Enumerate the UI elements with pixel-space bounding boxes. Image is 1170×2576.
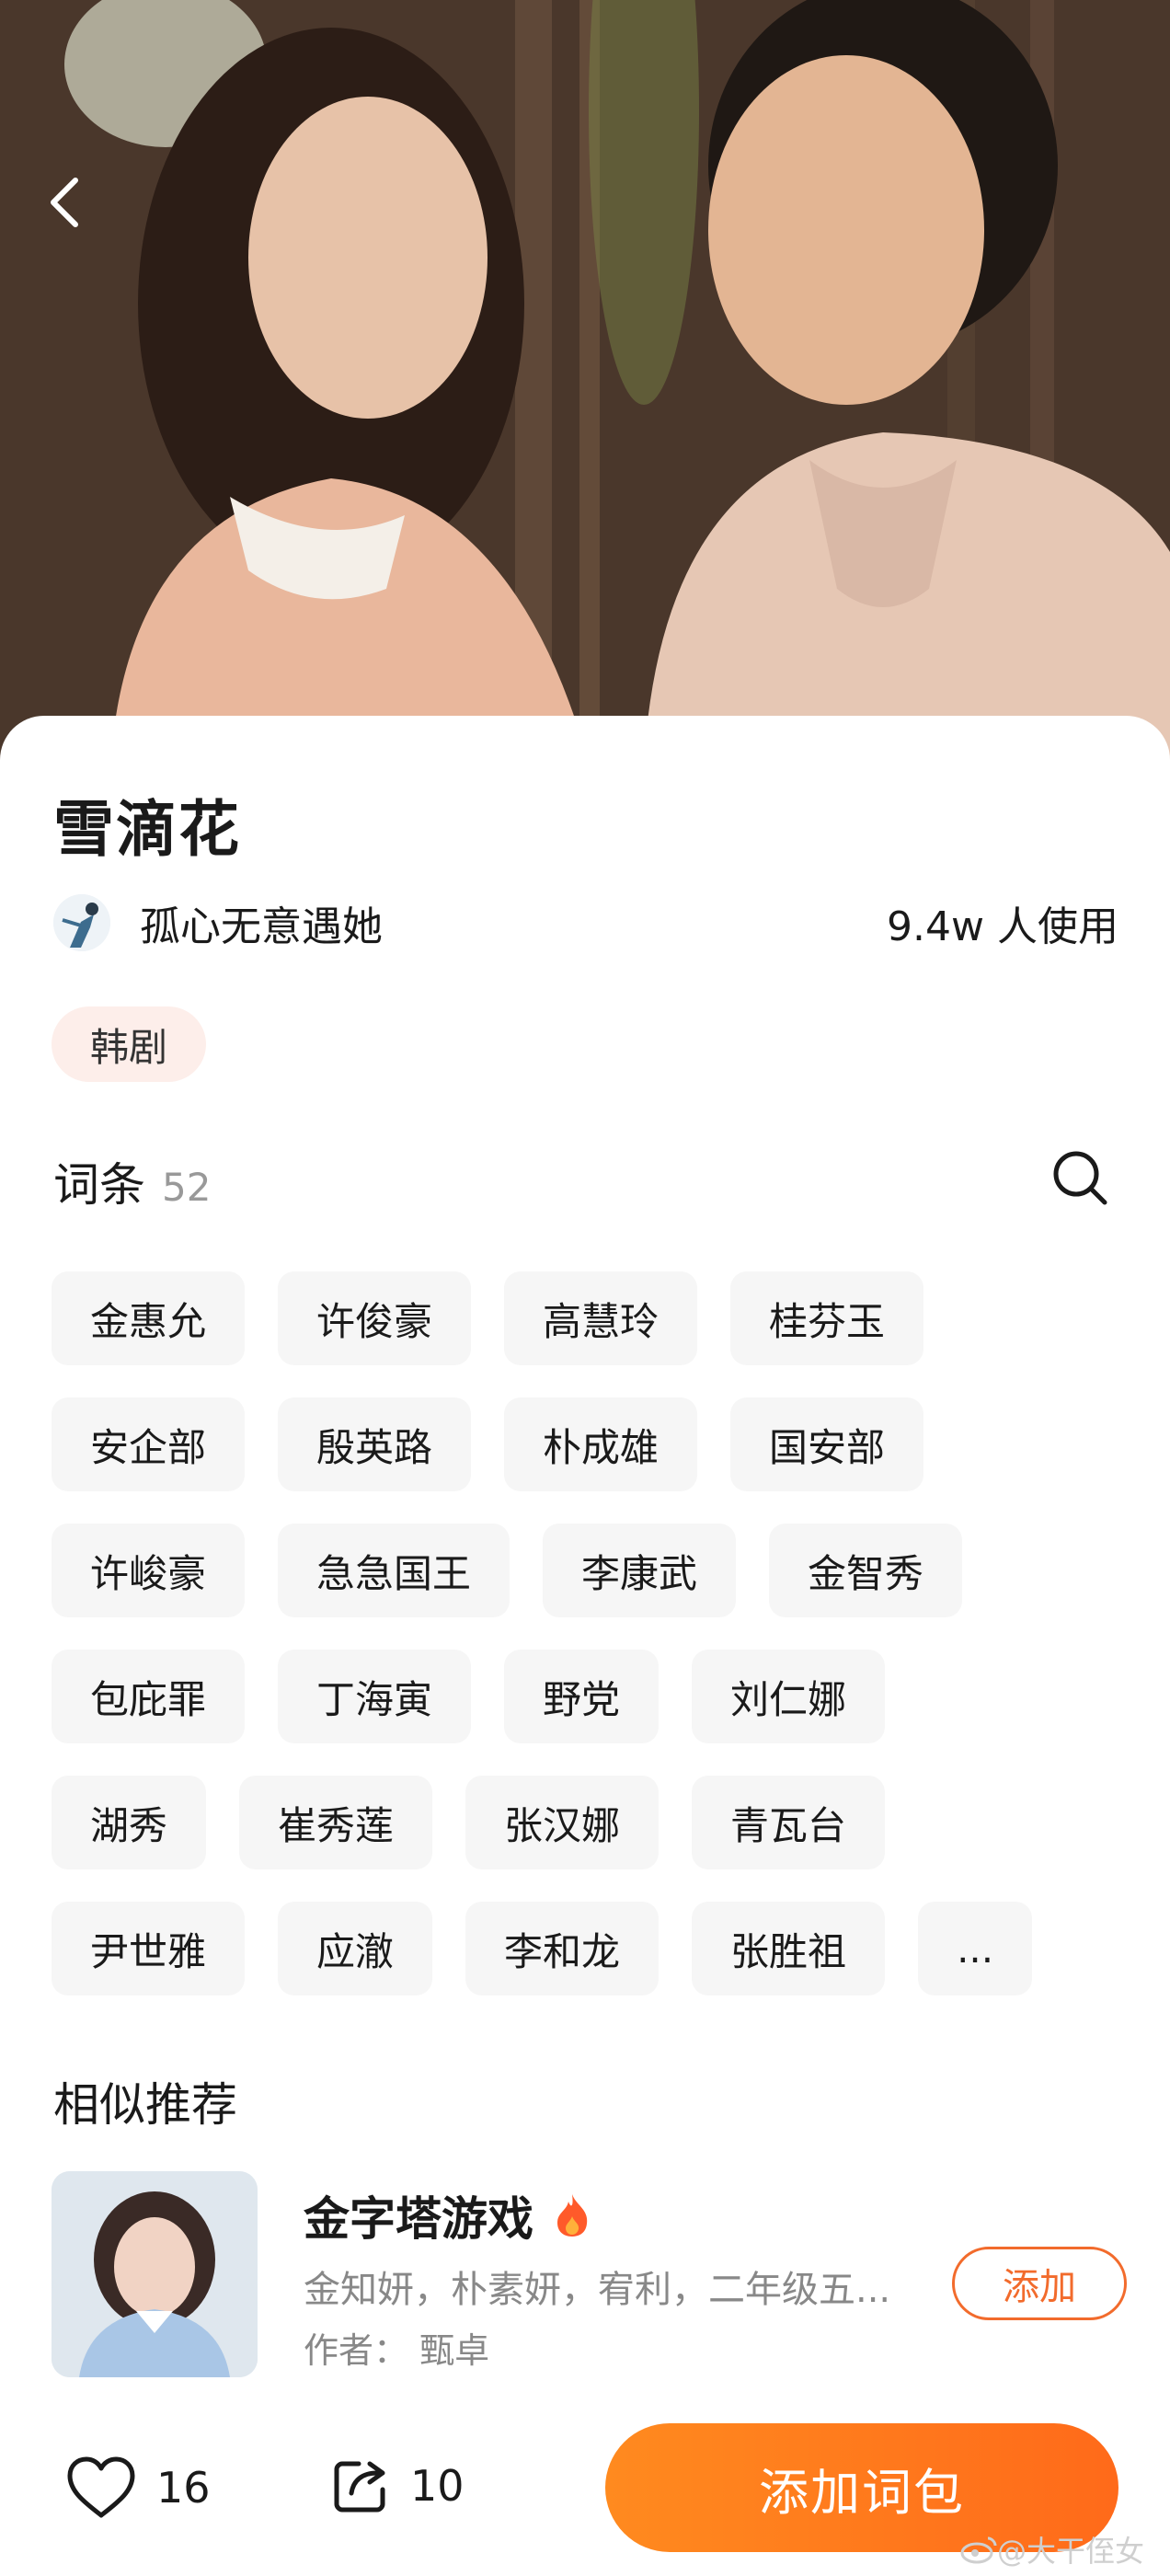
- genre-tag[interactable]: 韩剧: [52, 1006, 207, 1082]
- term-chip[interactable]: 湖秀: [52, 1776, 207, 1869]
- term-chip[interactable]: 高慧玲: [504, 1271, 698, 1365]
- term-chip[interactable]: 安企部: [52, 1397, 246, 1491]
- like-button[interactable]: 16: [66, 2456, 211, 2519]
- recommendation-card[interactable]: 金字塔游戏 金知妍，朴素妍，宥利，二年级五... 作者： 甄卓 添加: [52, 2171, 1128, 2377]
- chip-row: 尹世雅 应澈 李和龙 张胜祖 ...: [52, 1902, 1137, 1995]
- terms-header: 词条 52: [53, 1148, 211, 1214]
- term-chip[interactable]: 张汉娜: [465, 1776, 660, 1869]
- term-chip[interactable]: 急急国王: [278, 1524, 510, 1617]
- term-chip[interactable]: 李康武: [543, 1524, 737, 1617]
- term-chip[interactable]: 野党: [504, 1650, 660, 1743]
- term-chip[interactable]: 丁海寅: [278, 1650, 472, 1743]
- watermark-text: @大干侄女: [997, 2534, 1145, 2569]
- author-name[interactable]: 孤心无意遇她: [140, 893, 383, 952]
- chip-row: 金惠允 许俊豪 高慧玲 桂芬玉: [52, 1271, 1137, 1365]
- chip-row: 包庇罪 丁海寅 野党 刘仁娜: [52, 1650, 1137, 1743]
- term-chip[interactable]: 青瓦台: [692, 1776, 886, 1869]
- terms-title: 词条: [53, 1158, 145, 1212]
- term-chip[interactable]: 崔秀莲: [239, 1776, 433, 1869]
- recommendation-members: 金知妍，朴素妍，宥利，二年级五...: [304, 2269, 891, 2311]
- watermark: @大干侄女: [960, 2528, 1144, 2570]
- add-recommendation-button[interactable]: 添加: [952, 2247, 1127, 2320]
- author-avatar[interactable]: [53, 894, 110, 951]
- similar-section-title: 相似推荐: [53, 2078, 237, 2132]
- avatar-illustration: [53, 894, 110, 951]
- back-button[interactable]: [44, 175, 109, 239]
- term-chip[interactable]: 许峻豪: [52, 1524, 246, 1617]
- thumbnail-illustration: [52, 2171, 258, 2377]
- detail-sheet: 雪滴花 孤心无意遇她 9.4w 人使用 韩剧 词条 52 金惠允 许俊豪 高慧玲…: [0, 716, 1170, 2392]
- term-chip[interactable]: 桂芬玉: [730, 1271, 924, 1365]
- recommendation-author: 作者： 甄卓: [304, 2330, 490, 2371]
- more-terms-chip[interactable]: ...: [918, 1902, 1033, 1995]
- term-chip[interactable]: 张胜祖: [692, 1902, 886, 1995]
- author-row: 孤心无意遇她 9.4w 人使用: [53, 891, 1118, 955]
- recommendation-name-text: 金字塔游戏: [304, 2192, 533, 2246]
- chevron-left-icon: [51, 178, 78, 227]
- term-chip[interactable]: 刘仁娜: [692, 1650, 886, 1743]
- usage-count: 9.4w 人使用: [887, 903, 1118, 950]
- search-icon: [1053, 1151, 1107, 1205]
- recommendation-thumbnail: [52, 2171, 258, 2377]
- share-button[interactable]: 10: [331, 2456, 465, 2515]
- term-chip[interactable]: 殷英路: [278, 1397, 472, 1491]
- cover-illustration: [0, 0, 1170, 764]
- term-chip[interactable]: 国安部: [730, 1397, 924, 1491]
- term-chip[interactable]: 尹世雅: [52, 1902, 246, 1995]
- term-chip[interactable]: 李和龙: [465, 1902, 660, 1995]
- fire-icon: [557, 2194, 588, 2237]
- chip-row: 许峻豪 急急国王 李康武 金智秀: [52, 1524, 1137, 1617]
- recommendation-name: 金字塔游戏: [304, 2182, 592, 2248]
- term-chip[interactable]: 包庇罪: [52, 1650, 246, 1743]
- weibo-icon: [960, 2536, 997, 2564]
- terms-count: 52: [162, 1165, 212, 1210]
- share-count: 10: [410, 2461, 465, 2511]
- heart-icon: [67, 2456, 135, 2518]
- chip-row: 湖秀 崔秀莲 张汉娜 青瓦台: [52, 1776, 1137, 1869]
- term-chip[interactable]: 朴成雄: [504, 1397, 698, 1491]
- search-button[interactable]: [1047, 1144, 1113, 1211]
- like-count: 16: [156, 2463, 211, 2513]
- cover-image: [0, 0, 1170, 764]
- term-chip[interactable]: 金惠允: [52, 1271, 246, 1365]
- share-icon: [334, 2461, 385, 2513]
- term-chips: 金惠允 许俊豪 高慧玲 桂芬玉 安企部 殷英路 朴成雄 国安部 许峻豪 急急国王…: [52, 1271, 1137, 2028]
- pack-title: 雪滴花: [53, 794, 241, 865]
- term-chip[interactable]: 许俊豪: [278, 1271, 472, 1365]
- term-chip[interactable]: 应澈: [278, 1902, 433, 1995]
- term-chip[interactable]: 金智秀: [769, 1524, 963, 1617]
- chip-row: 安企部 殷英路 朴成雄 国安部: [52, 1397, 1137, 1491]
